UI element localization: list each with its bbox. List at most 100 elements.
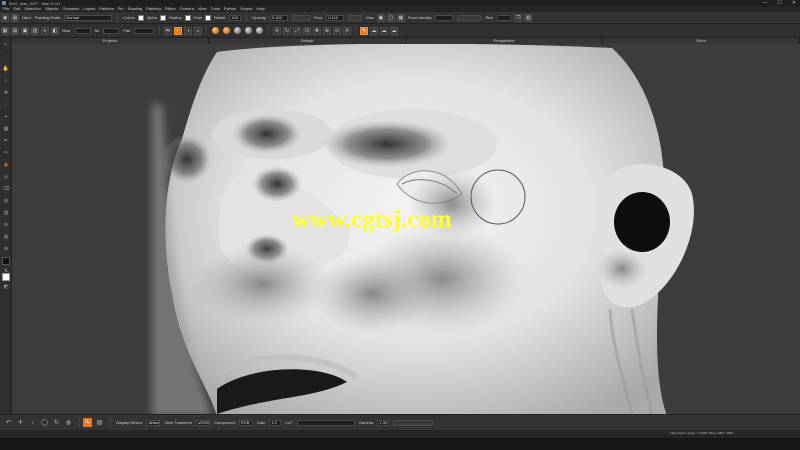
near-field[interactable] — [74, 27, 91, 34]
projection-icon[interactable]: ◐ — [174, 26, 183, 35]
move-icon[interactable]: ✛ — [273, 26, 282, 35]
grid-tool-icon[interactable]: ▦ — [2, 125, 10, 133]
far-label: far — [94, 28, 100, 33]
dropper-icon[interactable]: ⌖ — [2, 113, 10, 121]
brush-editor-icon[interactable]: ▤ — [11, 13, 19, 22]
pen-icon[interactable]: ✒ — [2, 137, 10, 145]
mirror-icon[interactable]: ⇆ — [164, 26, 173, 35]
fixed-density-field[interactable] — [435, 14, 454, 21]
frame-icon[interactable]: ⊡ — [303, 26, 312, 35]
lasso-icon[interactable]: ◌ — [2, 53, 10, 61]
copy-icon[interactable]: ❐ — [514, 13, 523, 22]
paint-mode-label: Painting Mode — [34, 15, 61, 20]
matcap-sphere-icon[interactable] — [245, 27, 253, 34]
view-transform-dropdown[interactable]: sRGB — [196, 419, 211, 426]
pan-icon[interactable]: ✥ — [313, 26, 322, 35]
wire-sphere-icon[interactable] — [256, 27, 264, 34]
size-field[interactable] — [497, 14, 512, 21]
select-icon[interactable]: ↖ — [2, 41, 10, 49]
rotate-icon[interactable]: ↻ — [283, 26, 292, 35]
component-dropdown[interactable]: RGB — [238, 419, 253, 426]
zoom-icon[interactable]: ⊕ — [323, 26, 332, 35]
grid-icon[interactable]: ▦ — [396, 13, 405, 22]
pencil-icon[interactable]: ✏ — [2, 149, 10, 157]
fixed-density-slider[interactable] — [457, 14, 482, 21]
hand-icon[interactable]: ✋ — [2, 65, 10, 73]
divider — [110, 418, 111, 427]
gamma-field[interactable]: 1.00 — [377, 419, 390, 426]
lut-slider[interactable] — [296, 419, 355, 426]
brush-preset-icon[interactable]: ◉ — [1, 13, 9, 22]
colors-checkbox[interactable] — [137, 14, 144, 21]
display-toolbar: ↶ ✛ ↓ ◯ ↻ ◍ ✎ ▤ Display Device default V… — [0, 414, 800, 430]
clone-icon[interactable]: ⊛ — [2, 221, 10, 229]
flow-slider[interactable] — [348, 14, 363, 21]
flow-field[interactable]: 0.110 — [326, 14, 345, 21]
gain-label: Gain — [256, 420, 266, 425]
light-icon[interactable]: ☀ — [343, 26, 352, 35]
divider — [246, 13, 248, 22]
stack-icon[interactable]: ≡ — [41, 26, 49, 35]
far-field[interactable] — [103, 27, 120, 34]
display-device-dropdown[interactable]: default — [146, 419, 161, 426]
alpha-checkbox[interactable] — [160, 14, 167, 21]
transform-icon[interactable]: ✥ — [2, 89, 10, 97]
camera-icon[interactable]: ◧ — [51, 26, 59, 35]
layout-icon[interactable]: ▤ — [11, 26, 19, 35]
move-tool-icon[interactable]: ✛ — [16, 418, 25, 427]
flat-field[interactable] — [134, 27, 155, 34]
paste-icon[interactable]: ▥ — [524, 13, 533, 22]
undo-icon[interactable]: ↶ — [4, 418, 13, 427]
eraser-icon[interactable]: ⌫ — [2, 185, 10, 193]
flat-sphere-icon[interactable] — [234, 27, 242, 34]
rotate-view-icon[interactable]: ↻ — [52, 418, 61, 427]
opacity-slider[interactable] — [291, 14, 310, 21]
shader-sphere-icon[interactable] — [212, 27, 220, 34]
component-label: Component — [214, 420, 235, 425]
lock-icon[interactable]: ▢ — [386, 13, 395, 22]
paint-brush-icon[interactable]: ◉ — [2, 161, 10, 169]
zoom-tool-icon[interactable]: ⌕ — [2, 77, 10, 85]
shade-icon[interactable]: ◒ — [194, 26, 203, 35]
radial-label: Radial — [213, 15, 226, 20]
fill-icon[interactable]: ▨ — [2, 209, 10, 217]
divider — [355, 26, 357, 35]
paint-mode-icon[interactable]: ✎ — [83, 418, 92, 427]
cloud-alt-icon[interactable]: ☁ — [380, 26, 389, 35]
scatter-icon[interactable]: ⁘ — [2, 101, 10, 109]
lens-icon[interactable]: ◍ — [64, 418, 73, 427]
paint-through-icon[interactable]: ✎ — [360, 26, 369, 35]
3d-viewport[interactable]: www.cgtsj.com — [12, 44, 800, 414]
focus-icon[interactable]: ⊙ — [333, 26, 342, 35]
max-toggle-icon[interactable]: ▣ — [376, 13, 385, 22]
scale-icon[interactable]: ⤢ — [293, 26, 302, 35]
cloud-mask-icon[interactable]: ☁ — [390, 26, 399, 35]
panels-icon[interactable]: ▥ — [31, 26, 39, 35]
opacity-field[interactable]: 0.100 — [269, 14, 288, 21]
mask-icon[interactable]: ◑ — [184, 26, 193, 35]
smudge-icon[interactable]: ◎ — [2, 173, 10, 181]
flow-checkbox[interactable] — [204, 14, 211, 21]
max-label: Max — [366, 15, 374, 20]
lit-sphere-icon[interactable] — [223, 27, 231, 34]
zoom-circle-icon[interactable]: ◯ — [40, 418, 49, 427]
foreground-color-swatch[interactable] — [2, 257, 10, 265]
gain-field[interactable]: 1.0 — [269, 419, 282, 426]
gamma-slider[interactable] — [393, 419, 434, 426]
background-color-swatch[interactable] — [2, 273, 10, 281]
divider — [206, 26, 208, 35]
slide-icon[interactable]: ⊗ — [2, 245, 10, 253]
radius-label: Radius — [169, 15, 182, 20]
reset-colors-icon[interactable]: ◩ — [2, 283, 10, 291]
channel-icon[interactable]: ▤ — [95, 418, 104, 427]
blur-icon[interactable]: ◍ — [2, 197, 10, 205]
down-arrow-icon[interactable]: ↓ — [28, 418, 37, 427]
status-text: Disk Cache Usage: 1.79GB Video: 1083 / 1… — [670, 431, 733, 435]
paint-mode-dropdown[interactable]: Normal — [64, 14, 113, 21]
radial-field[interactable]: 100 — [229, 14, 242, 21]
cloud-icon[interactable]: ☁ — [370, 26, 379, 35]
grid-view-icon[interactable]: ▦ — [1, 26, 9, 35]
snapshot-icon[interactable]: ▣ — [21, 26, 29, 35]
gradient-icon[interactable]: ▤ — [2, 233, 10, 241]
radius-checkbox[interactable] — [184, 14, 191, 21]
